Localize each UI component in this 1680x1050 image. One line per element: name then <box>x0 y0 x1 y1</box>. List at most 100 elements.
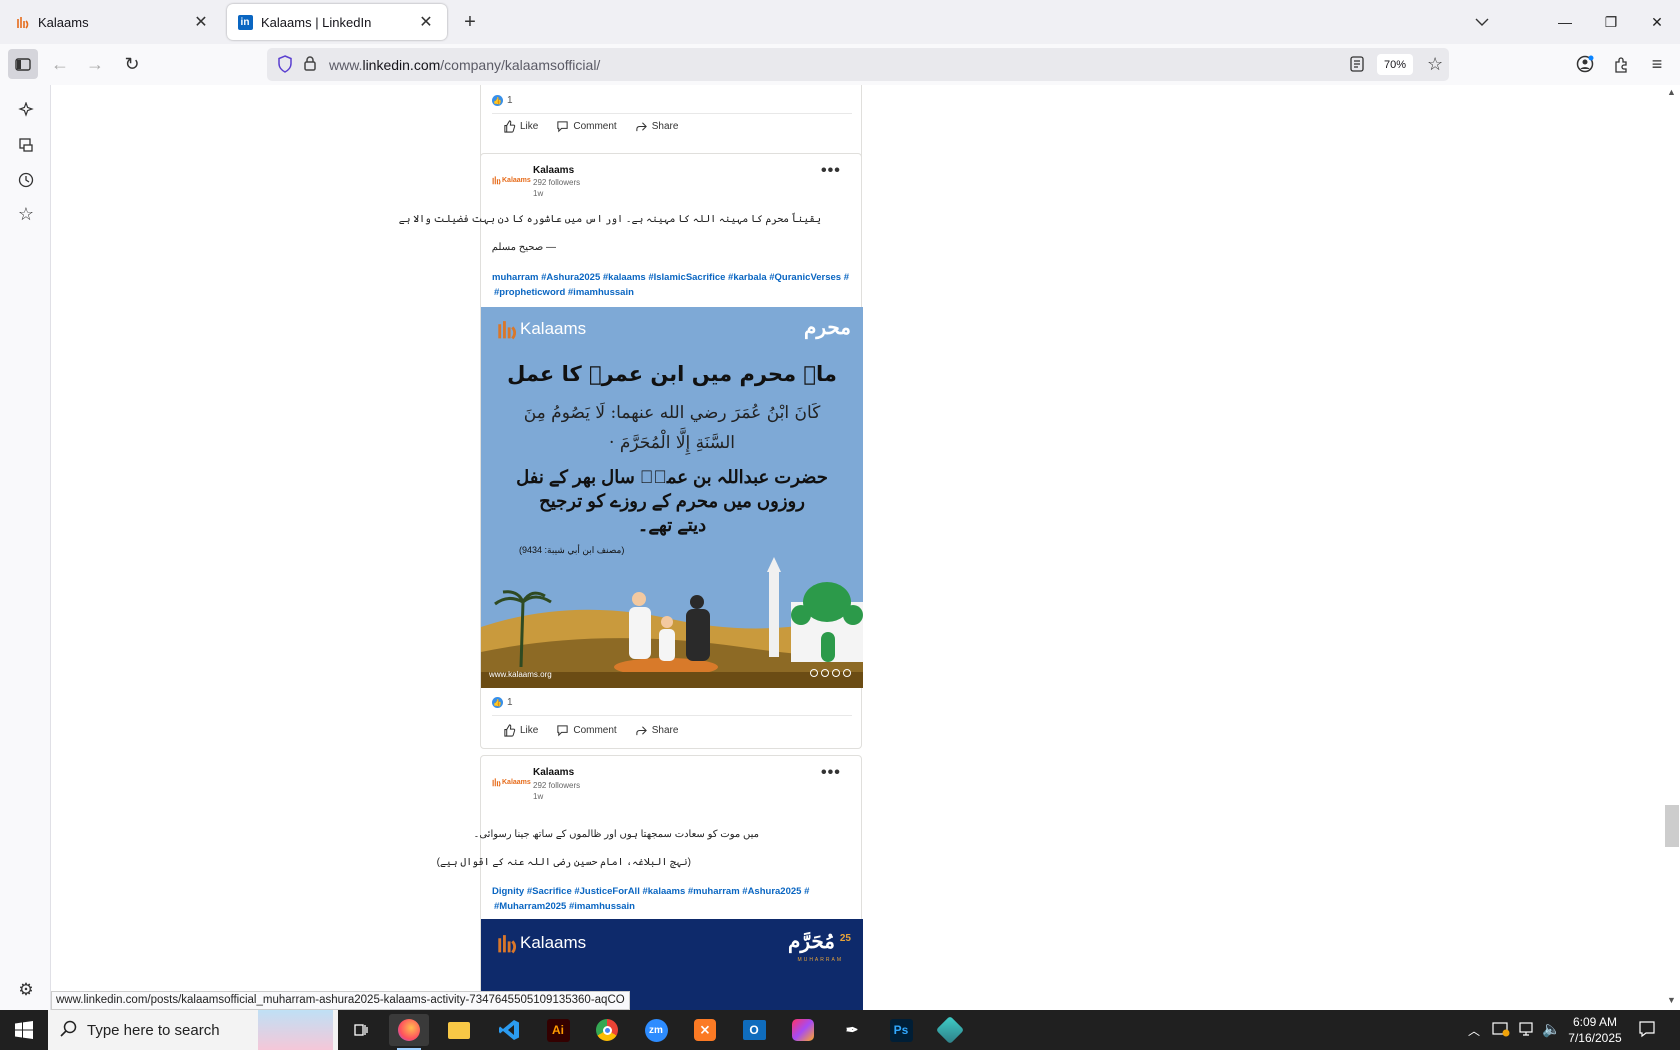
reaction-summary[interactable]: 👍 1 <box>492 697 513 708</box>
tab-linkedin[interactable]: in Kalaams | LinkedIn ✕ <box>227 4 447 40</box>
mosque-family-illustration <box>481 557 863 688</box>
divider <box>492 113 852 114</box>
company-name[interactable]: Kalaams <box>533 767 574 778</box>
close-icon[interactable]: ✕ <box>190 11 212 33</box>
chrome-icon[interactable] <box>587 1014 627 1046</box>
search-placeholder: Type here to search <box>87 1021 220 1039</box>
post-actions: Like Comment Share <box>503 724 678 737</box>
comment-icon <box>557 725 569 737</box>
clock-time: 6:09 AM <box>1572 1015 1618 1029</box>
settings-gear-icon[interactable]: ⚙ <box>13 977 39 1003</box>
company-logo[interactable]: Kalaams <box>491 763 531 801</box>
muharram-badge: مُحَرَّم <box>787 929 835 953</box>
volume-icon[interactable]: 🔈 <box>1542 1020 1561 1038</box>
page-scrollbar[interactable]: ▲ ▼ <box>1663 85 1680 1010</box>
bookmark-star-icon[interactable]: ☆ <box>1427 54 1443 75</box>
facebook-icon <box>810 669 818 677</box>
search-highlight-illustration <box>258 1010 333 1050</box>
image-arabic-line: السَّنَةِ إِلَّا الْمُحَرَّمَ · <box>609 433 735 453</box>
post-image[interactable]: Kalaams محرم ماہ محرم میں ابن عمرؓ کا عم… <box>481 307 863 688</box>
account-icon[interactable] <box>1570 49 1600 79</box>
linkedin-icon <box>843 669 851 677</box>
close-icon[interactable]: ✕ <box>415 11 437 33</box>
status-link-url: www.linkedin.com/posts/kalaamsofficial_m… <box>51 991 630 1010</box>
url-bar[interactable]: www.linkedin.com/company/kalaamsofficial… <box>267 48 1449 81</box>
thumbs-up-icon <box>504 120 516 133</box>
instagram-icon <box>832 669 840 677</box>
file-explorer-icon[interactable] <box>439 1014 479 1046</box>
system-clock[interactable]: 6:09 AM 7/16/2025 <box>1560 1014 1630 1046</box>
comment-button[interactable]: Comment <box>556 724 617 737</box>
app-icon[interactable] <box>930 1014 970 1046</box>
firefox-icon[interactable] <box>389 1014 429 1050</box>
tab-kalaams[interactable]: Kalaams ✕ <box>4 4 222 40</box>
ai-sparkle-icon[interactable] <box>13 97 39 123</box>
close-window-icon[interactable]: ✕ <box>1642 8 1672 36</box>
task-view-icon[interactable] <box>341 1014 381 1046</box>
pen-tool-icon[interactable]: ✒ <box>832 1014 872 1046</box>
extensions-icon[interactable] <box>1606 49 1636 79</box>
comment-button[interactable]: Comment <box>556 120 617 133</box>
creative-cloud-icon[interactable] <box>783 1014 823 1046</box>
share-icon <box>636 122 647 132</box>
windows-start-icon[interactable] <box>0 1010 48 1050</box>
reload-icon[interactable]: ↻ <box>117 49 147 79</box>
reader-view-icon[interactable] <box>1350 56 1364 75</box>
scrollbar-thumb[interactable] <box>1665 805 1679 847</box>
menu-icon[interactable]: ≡ <box>1642 49 1672 79</box>
search-icon <box>60 1020 77 1041</box>
post-hashtags[interactable]: muharram #Ashura2025 #kalaams #IslamicSa… <box>492 270 852 300</box>
navigation-toolbar: ← → ↻ www.linkedin.com/company/kalaamsof… <box>0 44 1680 85</box>
post-time: 1w <box>533 792 544 801</box>
photoshop-icon[interactable]: Ps <box>881 1014 921 1046</box>
more-options-icon[interactable]: ••• <box>821 162 841 180</box>
tab-title: Kalaams | LinkedIn <box>261 14 372 30</box>
notification-center-icon[interactable] <box>1638 1020 1656 1041</box>
restore-icon[interactable]: ❐ <box>1596 8 1626 36</box>
share-button[interactable]: Share <box>635 120 678 133</box>
sidebar-toggle-icon[interactable] <box>8 49 38 79</box>
company-logo[interactable]: Kalaams <box>491 161 531 199</box>
lock-icon[interactable] <box>303 55 317 75</box>
chevron-down-icon[interactable] <box>1470 10 1494 34</box>
zoom-level-badge[interactable]: 70% <box>1377 54 1413 75</box>
scroll-down-icon[interactable]: ▼ <box>1666 995 1677 1005</box>
social-icons <box>810 669 851 677</box>
back-arrow-icon[interactable]: ← <box>45 49 75 79</box>
new-tab-icon[interactable]: + <box>458 10 482 34</box>
more-options-icon[interactable]: ••• <box>821 764 841 782</box>
scroll-up-icon[interactable]: ▲ <box>1666 87 1677 97</box>
linkedin-page: 👍 1 Like Comment Share Kalaams Kalaams 2… <box>51 85 1663 1010</box>
windows-taskbar: Type here to search Ai zm ⨯ O ✒ Ps ︿ 🔈 6… <box>0 1010 1680 1050</box>
like-button[interactable]: Like <box>503 724 538 737</box>
forward-arrow-icon[interactable]: → <box>80 49 110 79</box>
bookmarks-star-icon[interactable]: ☆ <box>13 201 39 227</box>
whatsapp-icon <box>821 669 829 677</box>
zoom-icon[interactable]: zm <box>636 1014 676 1046</box>
badge-number: 25 <box>839 933 851 944</box>
like-button[interactable]: Like <box>503 120 538 133</box>
xampp-icon[interactable]: ⨯ <box>685 1014 725 1046</box>
outlook-icon[interactable]: O <box>734 1014 774 1046</box>
post-time: 1w <box>533 189 544 198</box>
post-hashtags[interactable]: Dignity #Sacrifice #JusticeForAll #kalaa… <box>492 884 852 914</box>
history-clock-icon[interactable] <box>13 167 39 193</box>
shield-icon[interactable] <box>277 55 293 76</box>
url-text[interactable]: www.linkedin.com/company/kalaamsofficial… <box>329 57 600 73</box>
taskbar-search-box[interactable]: Type here to search <box>48 1010 338 1050</box>
share-button[interactable]: Share <box>635 724 678 737</box>
post-text-line: میں موت کو سعادت سمجھتا ہوں اور ظالموں ک… <box>473 829 759 840</box>
divider <box>492 715 852 716</box>
vscode-icon[interactable] <box>489 1014 529 1046</box>
tab-strip: Kalaams ✕ in Kalaams | LinkedIn ✕ + — ❐ … <box>0 0 1680 44</box>
company-name[interactable]: Kalaams <box>533 165 574 176</box>
minimize-icon[interactable]: — <box>1550 8 1580 36</box>
illustrator-icon[interactable]: Ai <box>538 1014 578 1046</box>
tray-chevron-icon[interactable]: ︿ <box>1468 1022 1480 1039</box>
reaction-summary[interactable]: 👍 1 <box>492 95 513 106</box>
kalaams-logo-icon <box>498 935 517 954</box>
kalaams-logo-icon <box>498 321 517 340</box>
network-icon[interactable] <box>1518 1021 1536 1040</box>
synced-tabs-icon[interactable] <box>13 132 39 158</box>
tray-security-icon[interactable] <box>1492 1021 1510 1040</box>
